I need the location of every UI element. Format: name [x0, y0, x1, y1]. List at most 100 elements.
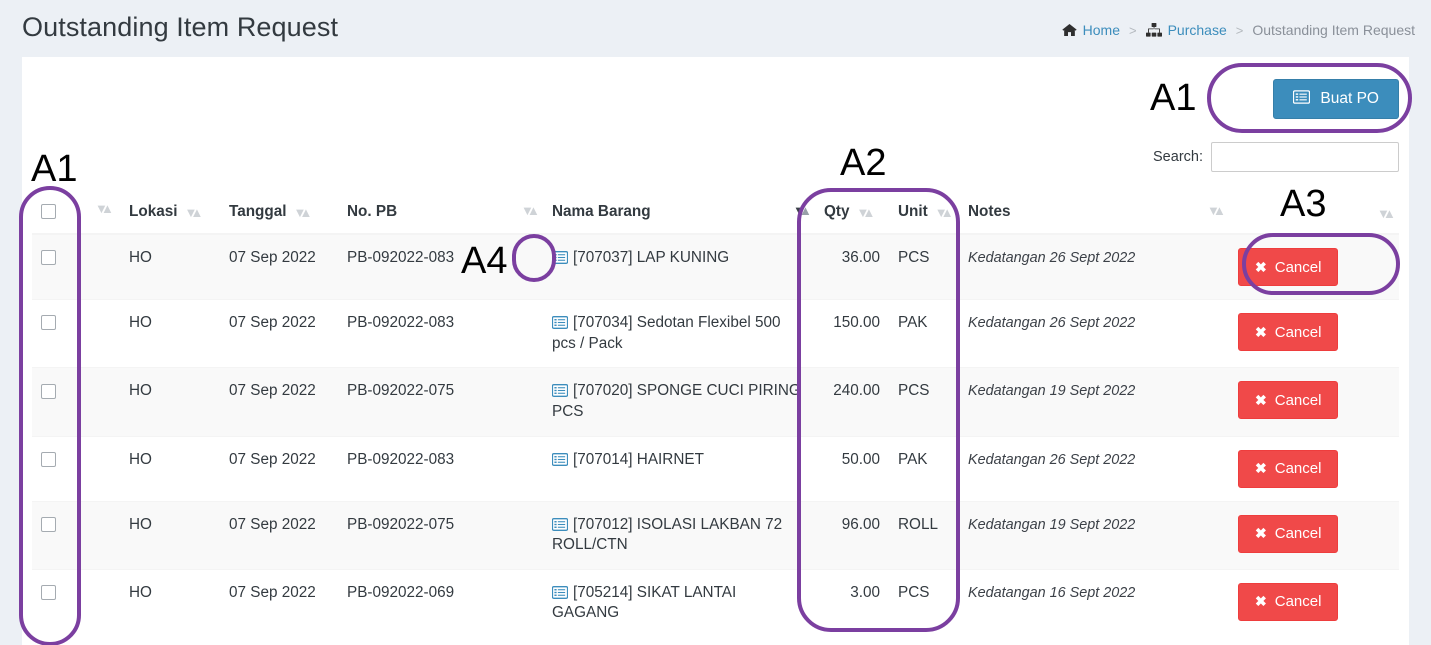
cell-no-pb: PB-092022-075: [338, 367, 543, 437]
list-alt-icon: [1293, 89, 1311, 109]
cell-no-pb: PB-092022-075: [338, 500, 543, 570]
close-icon: ✖: [1255, 391, 1267, 408]
sort-icon[interactable]: ▼ ▲: [294, 205, 313, 220]
table-row: HO 07 Sep 2022 PB-092022-083 [707034] Sedot…: [32, 298, 1399, 368]
row-spacer-cell: [86, 298, 120, 368]
row-spacer-cell: [86, 367, 120, 437]
row-checkbox[interactable]: [41, 452, 56, 468]
search-label: Search:: [1153, 149, 1203, 165]
breadcrumb-purchase-link[interactable]: Purchase: [1145, 22, 1227, 38]
sort-icon[interactable]: ▼ ▲: [521, 203, 540, 218]
header-no-pb-label: No. PB: [347, 203, 398, 220]
cell-no-pb: PB-092022-083: [338, 298, 543, 368]
cancel-button[interactable]: ✖ Cancel: [1238, 381, 1339, 420]
cell-notes: Kedatangan 19 Sept 2022: [959, 500, 1229, 570]
header-nama-barang[interactable]: Nama Barang ▼ ▲: [543, 193, 815, 235]
sort-icon[interactable]: ▼ ▲: [935, 205, 954, 220]
sort-icon[interactable]: ▼ ▲: [184, 205, 203, 220]
row-checkbox[interactable]: [41, 517, 56, 533]
cell-tanggal: 07 Sep 2022: [220, 233, 338, 300]
row-checkbox[interactable]: [41, 250, 56, 266]
cell-nama-barang: [707037] LAP KUNING: [543, 233, 815, 300]
cell-qty: 3.00: [815, 568, 889, 638]
row-select-cell[interactable]: [32, 568, 86, 638]
header-tanggal[interactable]: Tanggal ▼ ▲: [220, 193, 338, 235]
cell-no-pb: PB-092022-069: [338, 568, 543, 638]
header-notes[interactable]: Notes ▼ ▲: [959, 193, 1229, 235]
cell-lokasi: HO: [120, 568, 220, 638]
cell-no-pb: PB-092022-083: [338, 233, 543, 300]
sort-icon[interactable]: ▼ ▲: [857, 205, 876, 220]
row-spacer-cell: [86, 435, 120, 502]
close-icon: ✖: [1255, 323, 1267, 340]
breadcrumb-separator-2: >: [1235, 22, 1244, 38]
cell-actions: ✖ Cancel: [1229, 367, 1399, 437]
item-detail-icon[interactable]: [551, 383, 569, 398]
cell-nama-barang: [707020] SPONGE CUCI PIRING PCS: [543, 367, 815, 437]
item-detail-icon[interactable]: [551, 315, 569, 329]
cell-unit: ROLL: [889, 500, 959, 570]
cancel-button[interactable]: ✖ Cancel: [1238, 449, 1339, 488]
cancel-button[interactable]: ✖ Cancel: [1238, 248, 1339, 286]
row-select-cell[interactable]: [32, 367, 86, 437]
header-unit[interactable]: Unit ▼ ▲: [889, 193, 959, 235]
row-select-cell[interactable]: [32, 233, 86, 300]
cancel-button[interactable]: ✖ Cancel: [1238, 313, 1339, 351]
header-select-all[interactable]: [32, 193, 86, 235]
cell-lokasi: HO: [120, 298, 220, 368]
header-no-pb[interactable]: No. PB ▼ ▲: [338, 193, 543, 235]
header-qty-label: Qty: [824, 203, 850, 220]
row-spacer-cell: [86, 233, 120, 300]
sort-icon[interactable]: ▼ ▲: [1377, 206, 1396, 221]
buat-po-button[interactable]: Buat PO: [1273, 79, 1399, 119]
header-select-all-sort[interactable]: ▼ ▲: [86, 193, 120, 235]
cell-nama-barang-label: [705214] SIKAT LANTAI GAGANG: [552, 583, 737, 622]
item-detail-icon[interactable]: [551, 585, 569, 599]
row-select-cell[interactable]: [32, 298, 86, 368]
cell-notes-label: Kedatangan 19 Sept 2022: [968, 383, 1136, 400]
cell-unit: PCS: [889, 568, 959, 638]
breadcrumb-separator-1: >: [1129, 22, 1137, 38]
cell-notes: Kedatangan 26 Sept 2022: [959, 298, 1229, 368]
cancel-button[interactable]: ✖ Cancel: [1238, 514, 1339, 553]
cancel-button[interactable]: ✖ Cancel: [1238, 582, 1339, 621]
cell-actions: ✖ Cancel: [1229, 298, 1399, 368]
search-input[interactable]: [1211, 142, 1399, 172]
cell-actions: ✖ Cancel: [1229, 435, 1399, 502]
cell-actions: ✖ Cancel: [1229, 500, 1399, 570]
item-detail-icon[interactable]: [551, 452, 569, 466]
cancel-button-label: Cancel: [1274, 391, 1322, 409]
sort-desc-icon[interactable]: ▼ ▲: [793, 203, 812, 218]
sort-icon[interactable]: ▼ ▲: [1207, 203, 1226, 218]
cell-notes-label: Kedatangan 16 Sept 2022: [968, 584, 1136, 601]
select-all-checkbox[interactable]: [41, 204, 56, 220]
sort-icon[interactable]: ▼ ▲: [95, 201, 114, 216]
cell-notes: Kedatangan 26 Sept 2022: [959, 233, 1229, 300]
header-tanggal-label: Tanggal: [229, 203, 287, 220]
cell-nama-barang-label: [707020] SPONGE CUCI PIRING PCS: [552, 382, 801, 420]
cancel-button-label: Cancel: [1274, 525, 1322, 543]
row-checkbox[interactable]: [41, 585, 56, 601]
page-title: Outstanding Item Request: [22, 12, 339, 42]
item-detail-icon[interactable]: [551, 517, 569, 531]
item-detail-icon[interactable]: [551, 250, 569, 264]
close-icon: ✖: [1255, 525, 1267, 542]
search-container: Search:: [1153, 142, 1399, 172]
cell-no-pb: PB-092022-083: [338, 435, 543, 502]
cell-notes-label: Kedatangan 26 Sept 2022: [968, 250, 1136, 266]
breadcrumb-home-link[interactable]: Home: [1062, 22, 1120, 38]
cancel-button-label: Cancel: [1274, 323, 1322, 341]
row-select-cell[interactable]: [32, 500, 86, 570]
header-actions[interactable]: ▼ ▲: [1229, 193, 1399, 235]
row-checkbox[interactable]: [41, 315, 56, 331]
header-nama-barang-label: Nama Barang: [552, 203, 651, 220]
page-header: Outstanding Item Request Home > Purchase…: [0, 0, 1431, 57]
row-select-cell[interactable]: [32, 435, 86, 502]
row-checkbox[interactable]: [41, 383, 56, 399]
buat-po-button-label: Buat PO: [1320, 90, 1379, 107]
table-row: HO 07 Sep 2022 PB-092022-083 [707037] LAP K…: [32, 233, 1399, 300]
cell-nama-barang: [707014] HAIRNET: [543, 435, 815, 502]
table-row: HO 07 Sep 2022 PB-092022-083 [707014] HAIRN…: [32, 435, 1399, 502]
header-lokasi[interactable]: Lokasi ▼ ▲: [120, 193, 220, 235]
header-qty[interactable]: Qty ▼ ▲: [815, 193, 889, 235]
